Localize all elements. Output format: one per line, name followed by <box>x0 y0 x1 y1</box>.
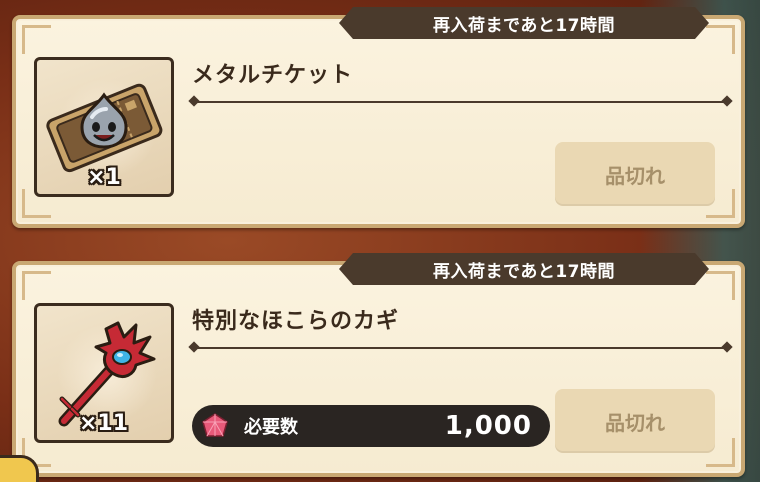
item-quantity: ×11 <box>79 411 129 436</box>
item-name: メタルチケット <box>192 63 354 88</box>
item-quantity: ×1 <box>87 165 121 190</box>
item-thumbnail[interactable]: ×11 <box>34 303 174 443</box>
divider-line <box>194 101 727 103</box>
restock-banner: 再入荷まであと17時間 <box>339 253 709 285</box>
shop-item-card: 再入荷まであと17時間 ×11 特別なほこらのカギ 必要数 1,000 品切れ <box>12 261 745 477</box>
corner-ornament <box>706 271 735 300</box>
restock-banner: 再入荷まであと17時間 <box>339 7 709 39</box>
cost-amount: 1,000 <box>444 411 532 441</box>
item-name: 特別なほこらのカギ <box>192 309 400 334</box>
corner-ornament <box>706 25 735 54</box>
item-thumbnail[interactable]: ×1 <box>34 57 174 197</box>
divider-line <box>194 347 727 349</box>
menu-tab-edge[interactable] <box>0 455 39 482</box>
gem-icon <box>192 405 238 447</box>
corner-ornament <box>22 271 51 300</box>
sold-out-button[interactable]: 品切れ <box>555 389 715 453</box>
corner-ornament <box>22 25 51 54</box>
cost-bar: 必要数 1,000 <box>192 405 550 447</box>
sold-out-button[interactable]: 品切れ <box>555 142 715 206</box>
shop-item-card: 再入荷まであと17時間 ×1 メタルチケット 品切れ <box>12 15 745 228</box>
cost-label: 必要数 <box>244 417 298 438</box>
